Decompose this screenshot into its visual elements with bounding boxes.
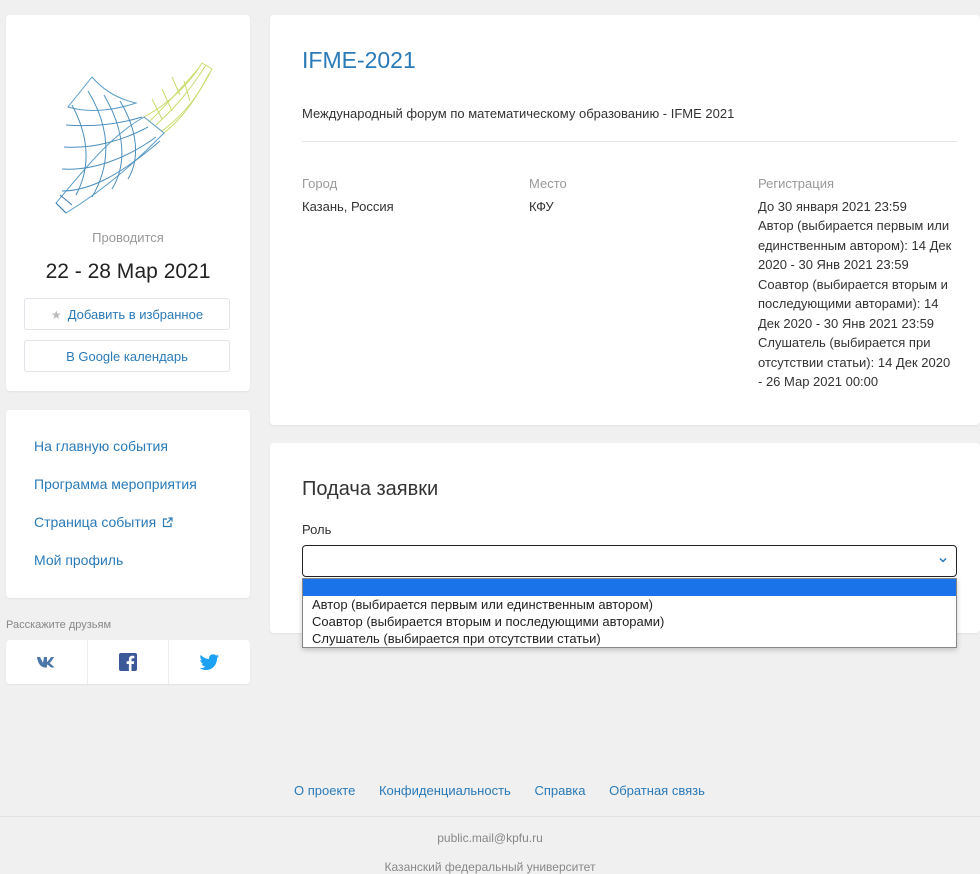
event-dates: 22 - 28 Мар 2021	[45, 260, 211, 283]
star-icon: ★	[50, 308, 62, 322]
add-to-favorites-button[interactable]: ★ Добавить в избранное	[24, 298, 230, 330]
footer-feedback-link[interactable]: Обратная связь	[609, 783, 705, 798]
divider	[302, 141, 957, 142]
city-label: Город	[302, 176, 338, 191]
google-calendar-button[interactable]: В Google календарь	[24, 340, 230, 372]
place-label: Место	[529, 176, 567, 191]
add-to-favorites-label: Добавить в избранное	[67, 307, 204, 322]
footer-about-link[interactable]: О проекте	[294, 783, 355, 798]
held-label: Проводится	[92, 230, 164, 245]
share-vk-button[interactable]	[6, 640, 88, 684]
event-subtitle: Международный форум по математическому о…	[302, 106, 735, 121]
event-nav: На главную события Программа мероприятия…	[6, 410, 250, 598]
google-calendar-label: В Google календарь	[66, 349, 188, 364]
footer-email[interactable]: public.mail@kpfu.ru	[0, 831, 980, 845]
registration-label: Регистрация	[758, 176, 834, 191]
nav-my-profile[interactable]: Мой профиль	[34, 552, 123, 568]
share-facebook-button[interactable]	[88, 640, 170, 684]
city-column: Город Казань, Россия	[302, 174, 502, 216]
registration-author: Автор (выбирается первым или единственны…	[758, 218, 952, 272]
footer-links: О проекте Конфиденциальность Справка Обр…	[294, 783, 725, 798]
chevron-down-icon	[939, 557, 947, 563]
footer-privacy-link[interactable]: Конфиденциальность	[379, 783, 511, 798]
event-info-card: IFME-2021 Международный форум по математ…	[270, 15, 980, 425]
place-column: Место КФУ	[529, 174, 729, 216]
place-value: КФУ	[529, 198, 554, 214]
share-bar	[6, 640, 250, 684]
nav-event-home[interactable]: На главную события	[34, 438, 168, 454]
role-select[interactable]	[302, 545, 957, 577]
share-twitter-button[interactable]	[169, 640, 250, 684]
external-link-icon	[163, 517, 173, 528]
registration-coauthor: Соавтор (выбирается вторым и последующим…	[758, 276, 948, 331]
footer-organization: Казанский федеральный университет	[384, 860, 596, 874]
twitter-icon	[199, 654, 219, 670]
event-logo	[55, 62, 213, 214]
registration-column: Регистрация До 30 января 2021 23:59 Авто…	[758, 174, 958, 392]
role-dropdown: Автор (выбирается первым или единственны…	[302, 578, 957, 648]
nav-event-page[interactable]: Страница события	[34, 514, 173, 530]
role-label: Роль	[302, 522, 332, 537]
share-label: Расскажите друзьям	[6, 619, 112, 631]
nav-event-program[interactable]: Программа мероприятия	[34, 476, 197, 492]
role-option-listener[interactable]: Слушатель (выбирается при отсутствии ста…	[303, 630, 956, 647]
footer-help-link[interactable]: Справка	[534, 783, 585, 798]
role-option-coauthor[interactable]: Соавтор (выбирается вторым и последующим…	[303, 613, 956, 630]
event-card: Проводится 22 - 28 Мар 2021 ★ Добавить в …	[6, 15, 250, 391]
registration-listener: Слушатель (выбирается при отсутствии ста…	[758, 335, 951, 389]
registration-deadline: До 30 января 2021 23:59	[758, 198, 907, 214]
role-option-empty[interactable]	[303, 579, 956, 596]
facebook-icon	[119, 653, 137, 671]
event-title: IFME-2021	[302, 47, 416, 73]
application-title: Подача заявки	[302, 478, 439, 500]
vk-icon	[37, 657, 55, 668]
footer-divider	[0, 816, 980, 817]
role-option-author[interactable]: Автор (выбирается первым или единственны…	[303, 596, 956, 613]
city-value: Казань, Россия	[302, 198, 394, 214]
nav-event-page-label: Страница события	[34, 514, 157, 530]
